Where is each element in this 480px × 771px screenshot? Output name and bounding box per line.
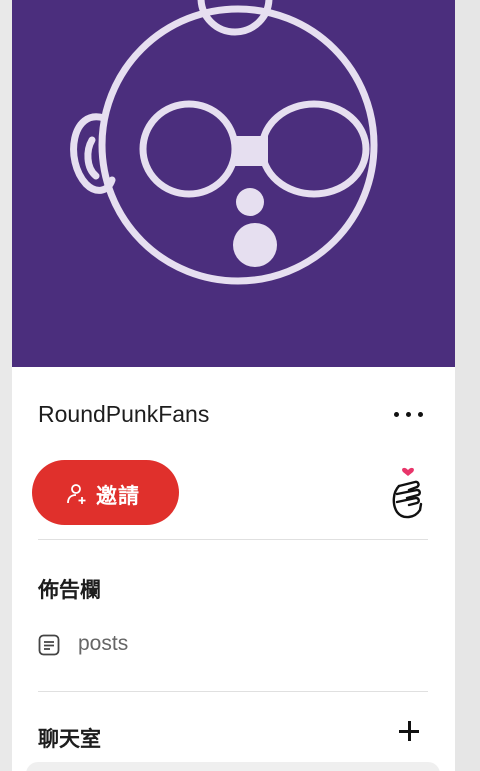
plus-icon[interactable] [396, 718, 422, 744]
chat-title: 聊天室 [38, 728, 101, 751]
invite-button[interactable]: 邀請 [32, 460, 179, 525]
add-user-icon [67, 484, 86, 504]
posts-label: posts [78, 632, 129, 655]
group-header: RoundPunkFans [12, 393, 455, 437]
divider [38, 539, 428, 540]
invite-button-label: 邀請 [96, 485, 140, 508]
group-name: RoundPunkFans [38, 401, 210, 427]
round-punk-avatar-image [70, 0, 378, 285]
group-avatar [12, 0, 455, 367]
posts-icon [38, 634, 60, 656]
group-panel: RoundPunkFans 邀請 佈告欄 posts 聊天室 [12, 0, 455, 771]
finger-heart-icon[interactable] [387, 460, 429, 522]
divider [38, 691, 428, 692]
chat-list-item[interactable] [26, 762, 440, 771]
bulletin-title: 佈告欄 [38, 579, 101, 602]
more-horizontal-icon[interactable] [389, 401, 429, 427]
scroll-gutter [455, 0, 480, 771]
bulletin-item-posts[interactable]: posts [38, 628, 338, 662]
